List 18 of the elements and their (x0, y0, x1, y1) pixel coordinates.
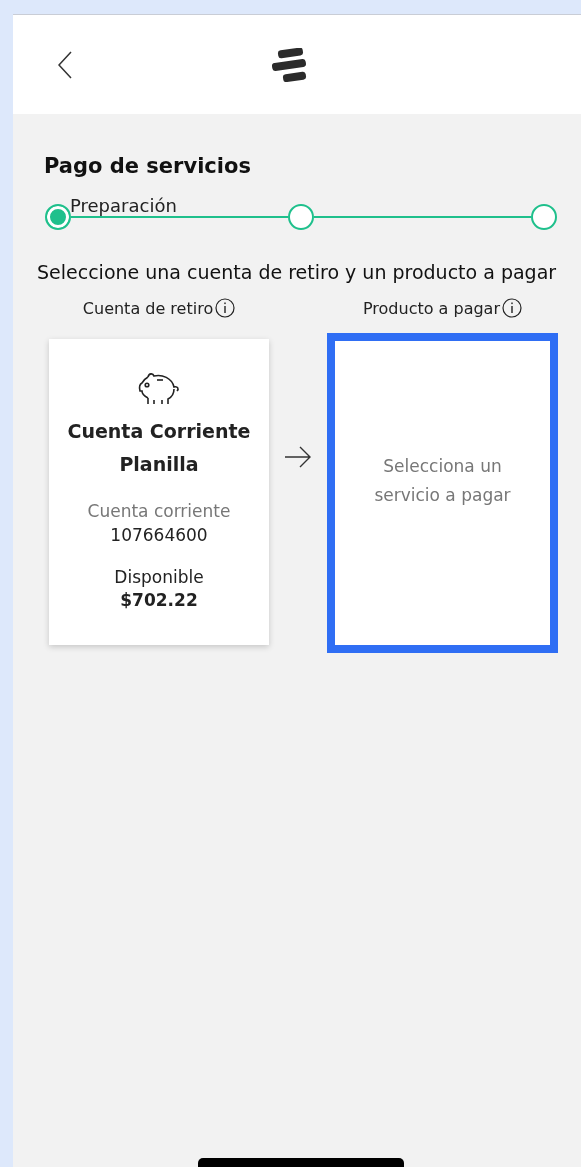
step-label: Preparación (70, 195, 177, 216)
account-name: Cuenta Corriente Planilla (66, 419, 252, 477)
account-type: Cuenta corriente (87, 500, 231, 523)
info-icon[interactable] (502, 298, 522, 318)
piggy-bank-icon (136, 371, 182, 407)
balance-label: Disponible (114, 566, 204, 589)
column-label: Producto a pagar (363, 298, 500, 318)
page-title: Pago de servicios (44, 154, 252, 178)
account-number: 107664600 (110, 524, 208, 547)
product-slot[interactable]: Selecciona un servicio a pagar (327, 333, 558, 653)
balance-amount: $702.22 (120, 589, 198, 611)
account-card[interactable]: Cuenta Corriente Planilla Cuenta corriente 107664600 Disponible $702.22 (49, 339, 269, 645)
arrow-icon (284, 445, 312, 469)
info-icon[interactable] (215, 298, 236, 318)
column-label: Cuenta de retiro (82, 298, 214, 318)
logo-icon (271, 47, 307, 82)
instruction-text: Seleccione una cuenta de retiro y un producto a pagar (37, 260, 558, 285)
back-icon[interactable] (58, 51, 72, 79)
